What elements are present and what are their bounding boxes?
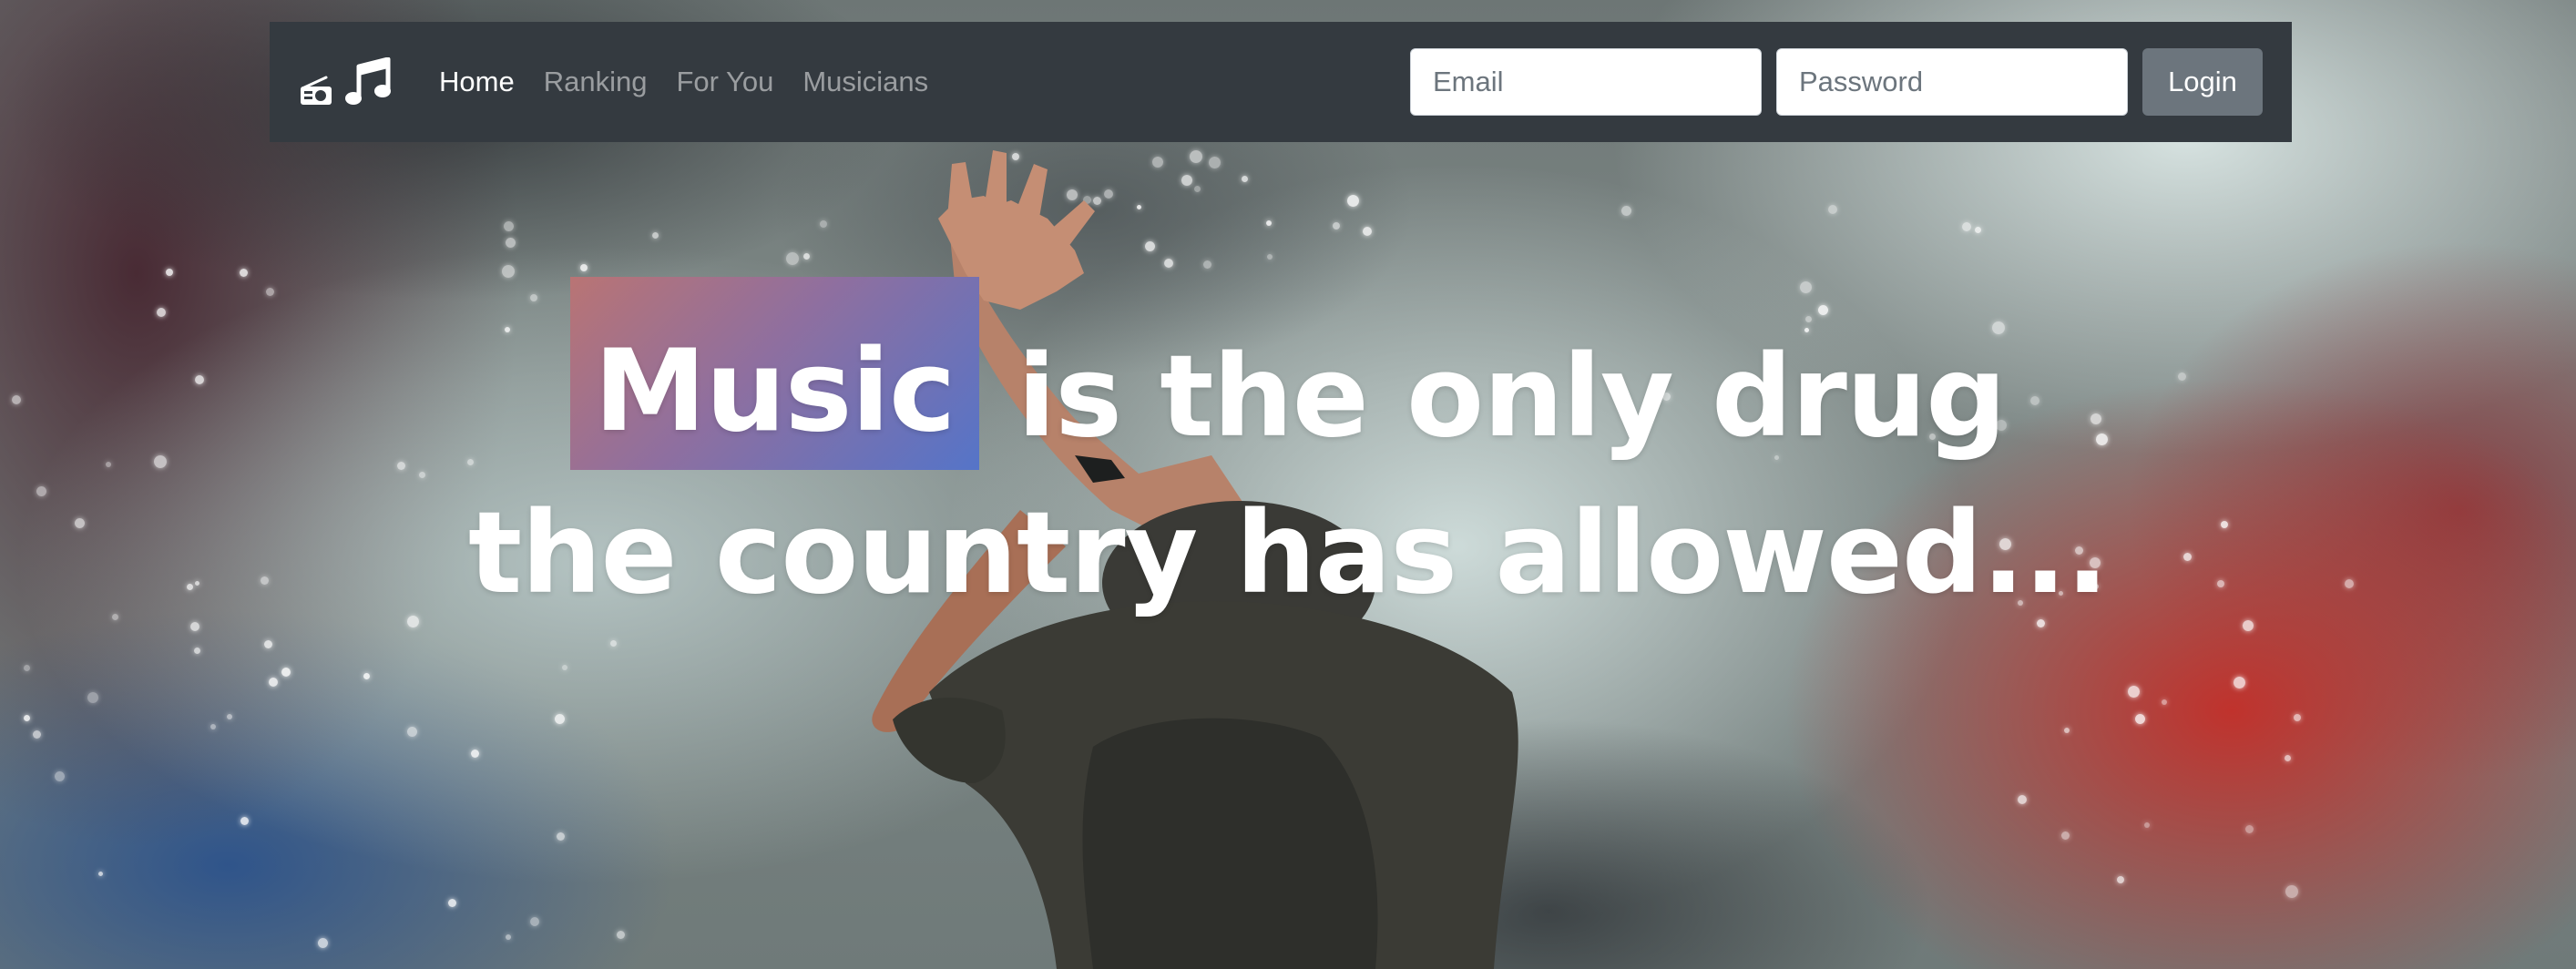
nav-link-home[interactable]: Home [439,66,515,98]
hero-highlight-word: Music [570,277,979,470]
nav-link-for-you[interactable]: For You [676,66,773,98]
nav-link-musicians[interactable]: Musicians [802,66,928,98]
password-input[interactable] [1776,48,2128,116]
top-navbar: Home Ranking For You Musicians Login [270,22,2292,142]
performer-silhouette [872,150,1518,969]
nav-links: Home Ranking For You Musicians [439,66,928,98]
hero-headline-line-1-rest: is the only drug [978,332,2007,463]
radio-icon [299,76,333,107]
hero-headline-line-2: the country has allowed... [467,488,2109,619]
music-note-icon [344,57,392,107]
hero-background-image [0,0,2576,969]
email-input[interactable] [1410,48,1762,116]
login-form: Login [1410,48,2263,116]
hero-headline-line-1: Music is the only drug [0,277,2576,470]
nav-link-ranking[interactable]: Ranking [544,66,648,98]
brand-logo[interactable] [299,57,392,107]
login-button[interactable]: Login [2142,48,2263,116]
